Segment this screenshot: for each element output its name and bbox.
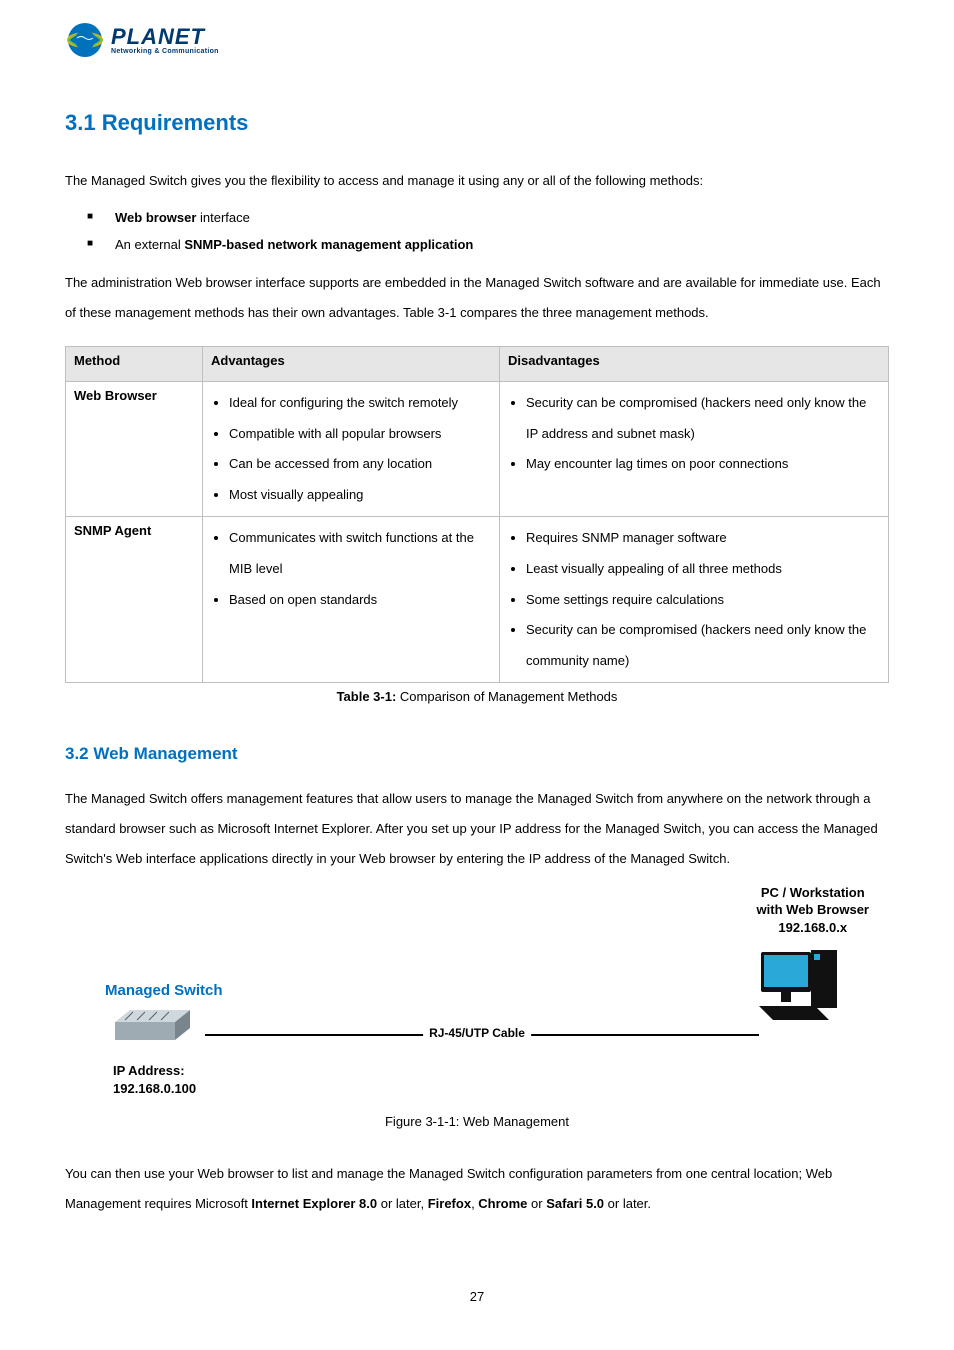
logo-tagline: Networking & Communication	[111, 48, 219, 55]
web-management-diagram: PC / Workstation with Web Browser 192.16…	[65, 884, 889, 1114]
switch-label: Managed Switch	[105, 982, 223, 999]
ip-label: IP Address: 192.168.0.100	[113, 1062, 196, 1098]
sub-heading: 3.2 Web Management	[65, 744, 889, 764]
disadvantages-cell: Security can be compromised (hackers nee…	[500, 382, 889, 517]
globe-icon	[65, 20, 105, 60]
method-cell: Web Browser	[66, 382, 203, 517]
methods-list: Web browser interface An external SNMP-b…	[65, 204, 889, 259]
section-heading: 3.1 Requirements	[65, 110, 889, 136]
method-cell: SNMP Agent	[66, 517, 203, 683]
web-paragraph: The Managed Switch offers management fea…	[65, 784, 889, 874]
page-number: 27	[65, 1289, 889, 1304]
pc-label: PC / Workstation with Web Browser 192.16…	[757, 884, 869, 937]
disadvantages-cell: Requires SNMP manager software Least vis…	[500, 517, 889, 683]
advantages-cell: Communicates with switch functions at th…	[203, 517, 500, 683]
list-item: An external SNMP-based network managemen…	[115, 231, 889, 258]
switch-icon	[115, 1002, 195, 1055]
logo-brand-text: PLANET	[111, 26, 219, 48]
cable-label: RJ-45/UTP Cable	[423, 1026, 531, 1040]
figure-caption: Figure 3-1-1: Web Management	[65, 1114, 889, 1129]
advantages-cell: Ideal for configuring the switch remotel…	[203, 382, 500, 517]
table-row: SNMP Agent Communicates with switch func…	[66, 517, 889, 683]
table-header: Disadvantages	[500, 347, 889, 382]
list-item: Web browser interface	[115, 204, 889, 231]
comparison-table: Method Advantages Disadvantages Web Brow…	[65, 346, 889, 683]
table-header: Method	[66, 347, 203, 382]
brand-logo: PLANET Networking & Communication	[65, 20, 889, 60]
table-row: Web Browser Ideal for configuring the sw…	[66, 382, 889, 517]
paragraph: The administration Web browser interface…	[65, 268, 889, 328]
table-header: Advantages	[203, 347, 500, 382]
intro-paragraph: The Managed Switch gives you the flexibi…	[65, 166, 889, 196]
table-caption: Table 3-1: Comparison of Management Meth…	[65, 689, 889, 704]
final-paragraph: You can then use your Web browser to lis…	[65, 1159, 889, 1219]
pc-icon	[759, 940, 849, 1033]
